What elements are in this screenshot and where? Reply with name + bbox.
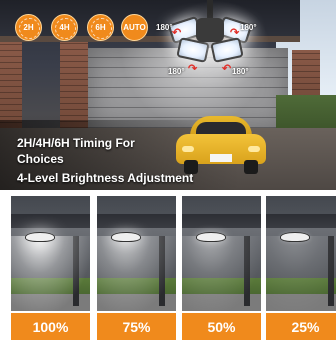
light-beam [266, 236, 336, 311]
auto-mode-label: AUTO [123, 23, 146, 32]
brightness-strip: 100% 75% 50% 25% [0, 190, 336, 340]
brightness-label: 50% [182, 313, 261, 340]
rotation-angle-label: 180° [232, 67, 249, 76]
brightness-tile: 100% [11, 196, 90, 340]
lamp-icon [111, 232, 141, 242]
headline-line: 4-Level Brightness Adjustment [17, 171, 194, 185]
tile-eave [97, 214, 176, 228]
rotation-angle-label: 180° [240, 23, 257, 32]
rotation-arrow-icon: ↷ [188, 63, 198, 75]
rotation-angle-label: 180° [168, 67, 185, 76]
headline-line: 2H/4H/6H Timing For [17, 136, 135, 150]
headline-line: Choices [17, 152, 64, 166]
lamp-icon [25, 232, 55, 242]
light-beam [97, 236, 176, 311]
timer-2h-icon: 2H [15, 14, 42, 41]
brightness-tile: 75% [97, 196, 176, 340]
rotation-arrow-icon: ↶ [222, 63, 232, 75]
lamp-icon [280, 232, 310, 242]
car-plate [210, 154, 232, 162]
rotation-arrow-icon: ↷ [230, 27, 240, 39]
car-headlight [248, 146, 260, 152]
auto-mode-icon: AUTO [121, 14, 148, 41]
brightness-tile: 25% [266, 196, 336, 340]
timer-6h-icon: 6H [87, 14, 114, 41]
hero-photo: 180° 180° 180° 180° ↶ ↷ ↷ ↶ 2H 4H 6H AUT… [0, 0, 336, 190]
yellow-car [176, 112, 266, 174]
timer-4h-icon: 4H [51, 14, 78, 41]
brightness-tile: 50% [182, 196, 261, 340]
light-beam [11, 236, 90, 311]
timer-2h-label: 2H [23, 23, 34, 32]
lamp-icon [196, 232, 226, 242]
car-headlight [182, 146, 194, 152]
lamp-stem [207, 0, 213, 20]
tile-eave [266, 214, 336, 228]
brightness-label: 75% [97, 313, 176, 340]
rotation-arrow-icon: ↶ [172, 27, 182, 39]
rotation-angle-label: 180° [156, 23, 173, 32]
timer-4h-label: 4H [59, 23, 70, 32]
tile-eave [182, 214, 261, 228]
brightness-label: 25% [266, 313, 336, 340]
tile-eave [11, 214, 90, 228]
lamp-hub [196, 18, 224, 42]
brightness-label: 100% [11, 313, 90, 340]
timer-6h-label: 6H [95, 23, 106, 32]
light-beam [182, 236, 261, 311]
car-wheel [244, 160, 258, 174]
